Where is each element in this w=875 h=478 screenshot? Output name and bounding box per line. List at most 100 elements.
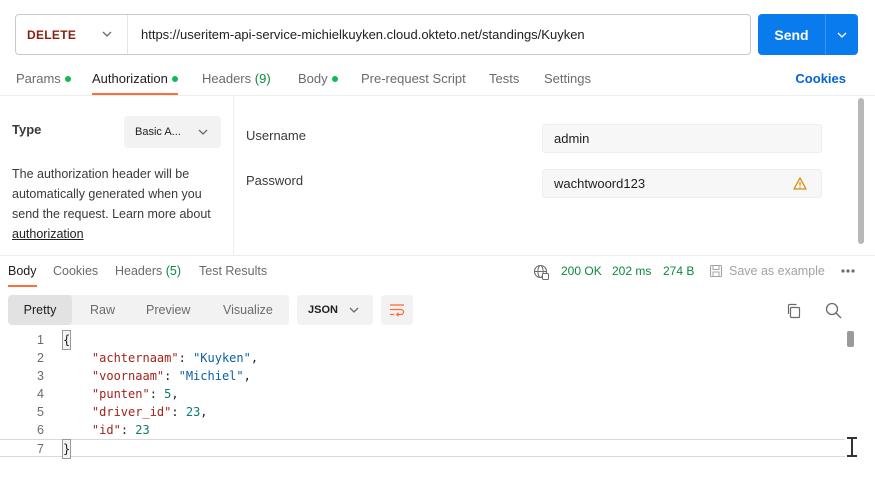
tab-tests[interactable]: Tests (489, 63, 519, 95)
auth-type-select[interactable]: Basic A... (124, 116, 221, 148)
code-line: 6 "id": 23 (0, 421, 845, 439)
password-value: wachtwoord123 (554, 176, 646, 191)
status-code[interactable]: 200 OK (561, 256, 602, 287)
headers-count: (9) (254, 71, 271, 86)
text-cursor-icon (847, 437, 857, 457)
line-content: "id": 23 (91, 423, 150, 437)
line-content: "achternaam": "Kuyken", (91, 351, 259, 365)
tab-body[interactable]: Body (298, 63, 338, 95)
tab-test-results[interactable]: Test Results (199, 256, 267, 287)
warning-icon[interactable] (793, 177, 807, 190)
wrap-lines-button[interactable] (381, 295, 413, 325)
line-number: 5 (37, 405, 44, 419)
json-separator: , (200, 405, 208, 419)
code-line: 1 { (0, 330, 845, 350)
code-scrollbar[interactable] (847, 331, 854, 347)
view-mode-preview[interactable]: Preview (146, 295, 190, 325)
more-options-icon[interactable] (840, 268, 856, 274)
send-button-group: Send (758, 14, 858, 55)
search-icon[interactable] (825, 302, 842, 319)
tab-response-headers[interactable]: Headers (5) (115, 256, 181, 287)
tab-pre-request-script[interactable]: Pre-request Script (361, 63, 466, 95)
json-key: "driver_id" (91, 405, 172, 419)
json-key: "punten" (91, 387, 150, 401)
code-line: 2 "achternaam": "Kuyken", (0, 349, 845, 367)
globe-icon[interactable] (533, 264, 549, 280)
view-mode-segmented-control: Pretty Raw Preview Visualize (8, 295, 289, 325)
tab-authorization[interactable]: Authorization (92, 63, 178, 95)
status-dot-icon (171, 75, 178, 82)
response-size[interactable]: 274 B (663, 256, 694, 287)
line-number: 7 (37, 442, 44, 456)
password-field[interactable]: wachtwoord123 (542, 169, 822, 198)
format-value: JSON (308, 304, 338, 316)
status-dot-icon (331, 75, 338, 82)
chevron-down-icon (837, 32, 847, 38)
auth-description-text: The authorization header will be automat… (12, 167, 211, 221)
line-number: 6 (37, 423, 44, 437)
auth-type-value: Basic A... (135, 126, 181, 138)
auth-description: The authorization header will be automat… (12, 164, 224, 244)
method-select[interactable]: DELETE (16, 15, 128, 54)
copy-icon[interactable] (786, 303, 802, 319)
json-separator: , (250, 351, 259, 365)
tab-label: Headers (202, 71, 252, 86)
cookies-link[interactable]: Cookies (795, 63, 846, 95)
url-input[interactable]: https://useritem-api-service-michielkuyk… (128, 27, 585, 42)
view-mode-visualize[interactable]: Visualize (223, 295, 273, 325)
send-options-button[interactable] (825, 14, 858, 55)
json-value: "Michiel" (178, 369, 244, 383)
response-tabs: Body Cookies Headers (5) Test Results 20… (0, 255, 875, 287)
code-line: 3 "voornaam": "Michiel", (0, 367, 845, 385)
save-as-example-button[interactable]: Save as example (709, 256, 825, 287)
line-content: "driver_id": 23, (91, 405, 208, 419)
tab-params[interactable]: Params (16, 63, 71, 95)
status-dot-icon (64, 75, 71, 82)
json-value: "Kuyken" (193, 351, 251, 365)
tab-settings[interactable]: Settings (544, 63, 591, 95)
view-mode-raw[interactable]: Raw (90, 295, 115, 325)
view-mode-pretty[interactable]: Pretty (8, 295, 72, 325)
chevron-down-icon (198, 129, 208, 135)
json-value: 23 (135, 423, 150, 437)
authorization-link[interactable]: authorization (12, 227, 84, 241)
tab-label: Body (298, 71, 328, 86)
response-headers-count: (5) (165, 264, 182, 278)
tab-response-body[interactable]: Body (8, 256, 37, 287)
json-key: "voornaam" (91, 369, 165, 383)
line-content: } (61, 439, 72, 459)
line-number: 4 (37, 387, 44, 401)
line-content: "voornaam": "Michiel", (91, 369, 251, 383)
line-number: 3 (37, 369, 44, 383)
chevron-down-icon (349, 307, 359, 313)
json-separator: , (243, 369, 251, 383)
request-tabs: Params Authorization Headers (9) Body Pr… (0, 63, 875, 96)
line-content: "punten": 5, (91, 387, 179, 401)
password-label: Password (246, 173, 304, 188)
json-key: "id" (91, 423, 121, 437)
save-icon (709, 264, 723, 277)
wrap-lines-icon (390, 304, 405, 317)
save-as-example-label: Save as example (729, 264, 825, 278)
chevron-down-icon (102, 31, 112, 37)
username-field[interactable]: admin (542, 124, 822, 153)
auth-scrollbar[interactable] (858, 98, 864, 244)
format-select[interactable]: JSON (297, 295, 373, 325)
line-number: 1 (37, 333, 44, 347)
send-button[interactable]: Send (758, 14, 825, 55)
json-separator: , (171, 387, 179, 401)
code-line: 7 } (0, 439, 845, 459)
tab-label: Authorization (92, 71, 168, 86)
tab-headers[interactable]: Headers (9) (202, 63, 271, 95)
line-content: { (61, 330, 72, 350)
request-url-bar: DELETE https://useritem-api-service-mich… (15, 14, 751, 55)
tab-response-cookies[interactable]: Cookies (53, 256, 98, 287)
auth-credentials-panel: Username admin Password wachtwoord123 (234, 96, 875, 255)
auth-type-panel: Type Basic A... The authorization header… (0, 96, 234, 255)
line-number: 2 (37, 351, 44, 365)
tab-label: Headers (115, 264, 163, 278)
response-time[interactable]: 202 ms (612, 256, 651, 287)
close-brace: } (61, 439, 72, 459)
auth-type-label: Type (12, 122, 42, 137)
open-brace: { (61, 330, 72, 350)
